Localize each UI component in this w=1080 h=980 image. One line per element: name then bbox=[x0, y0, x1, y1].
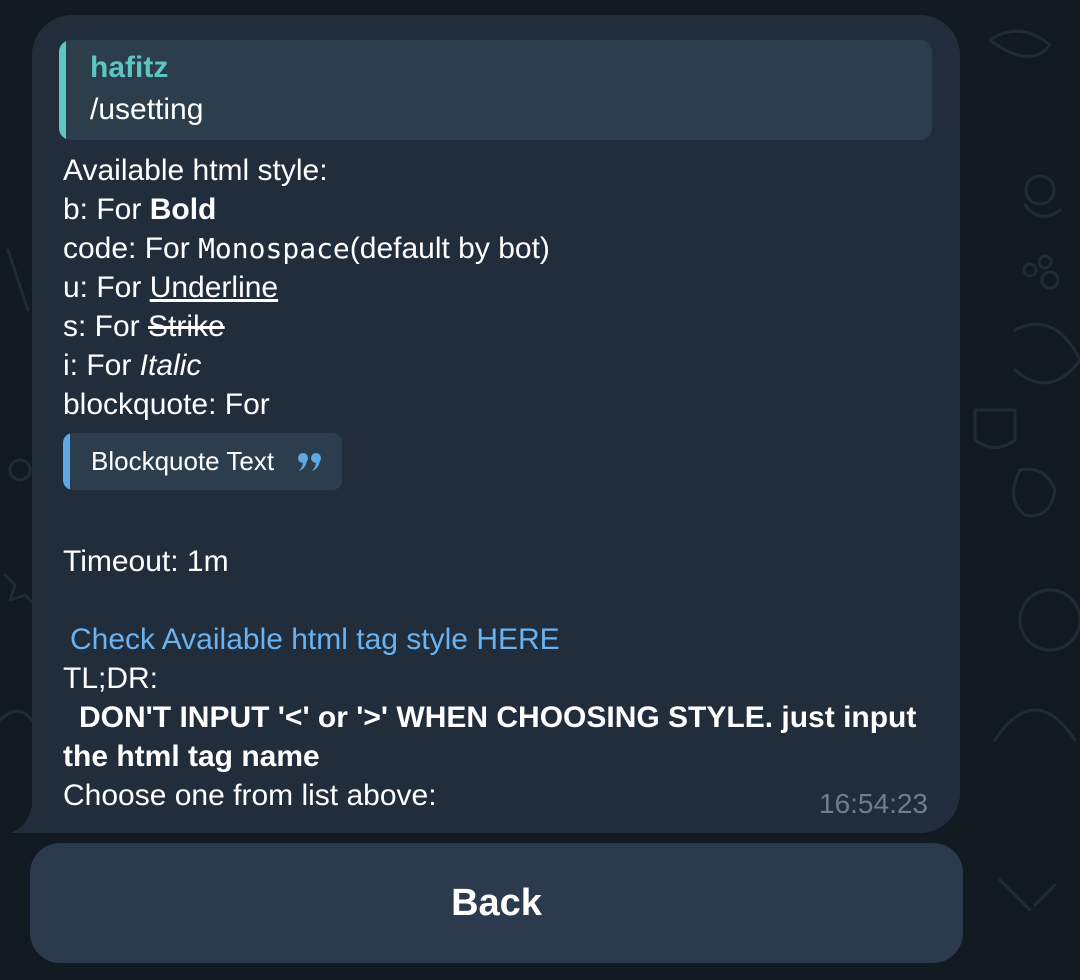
tldr-block: TL;DR: DON'T INPUT '<' or '>' WHEN CHOOS… bbox=[63, 659, 943, 776]
italic-prefix: i: For bbox=[63, 349, 140, 382]
underline-line: u: For Underline bbox=[63, 268, 943, 307]
message-text: Available html style: b: For Bold code: … bbox=[63, 151, 943, 424]
bold-prefix: b: For bbox=[63, 193, 150, 226]
back-button[interactable]: Back bbox=[30, 843, 963, 963]
reply-author: hafitz bbox=[90, 51, 169, 84]
bold-sample: Bold bbox=[149, 193, 217, 226]
message-timestamp: 16:54:23 bbox=[819, 788, 928, 819]
blockquote-line: blockquote: For bbox=[63, 388, 270, 421]
html-style-link[interactable]: Check Available html tag style HERE bbox=[70, 620, 560, 659]
code-suffix: (default by bot) bbox=[349, 232, 550, 265]
tldr-label: TL;DR: bbox=[63, 662, 159, 695]
reply-text: /usetting bbox=[90, 93, 204, 126]
italic-sample: Italic bbox=[139, 349, 202, 382]
intro-line: Available html style: bbox=[63, 154, 328, 187]
underline-sample: Underline bbox=[149, 271, 279, 304]
timeout-text: Timeout: 1m bbox=[63, 545, 229, 578]
bold-line: b: For Bold bbox=[63, 190, 943, 229]
warning-text: DON'T INPUT '<' or '>' WHEN CHOOSING STY… bbox=[63, 701, 917, 773]
reply-accent-bar bbox=[59, 40, 66, 140]
strike-sample: Strike bbox=[148, 310, 225, 343]
blockquote-text: Blockquote Text bbox=[91, 446, 275, 476]
code-sample[interactable]: Monospace bbox=[198, 232, 350, 265]
italic-line: i: For Italic bbox=[63, 346, 943, 385]
quote-icon bbox=[298, 452, 322, 471]
code-prefix: code: For bbox=[63, 232, 199, 265]
message-bubble: hafitz /usetting Available html style: b… bbox=[32, 15, 960, 833]
reply-quote[interactable]: hafitz /usetting bbox=[59, 40, 932, 140]
code-line: code: For Monospace(default by bot) bbox=[63, 229, 943, 268]
strike-prefix: s: For bbox=[63, 310, 149, 343]
strike-line: s: For Strike bbox=[63, 307, 943, 346]
blockquote-accent-bar bbox=[63, 433, 70, 490]
underline-prefix: u: For bbox=[63, 271, 150, 304]
blockquote-sample: Blockquote Text bbox=[63, 433, 343, 490]
choose-prompt: Choose one from list above: bbox=[63, 779, 437, 812]
